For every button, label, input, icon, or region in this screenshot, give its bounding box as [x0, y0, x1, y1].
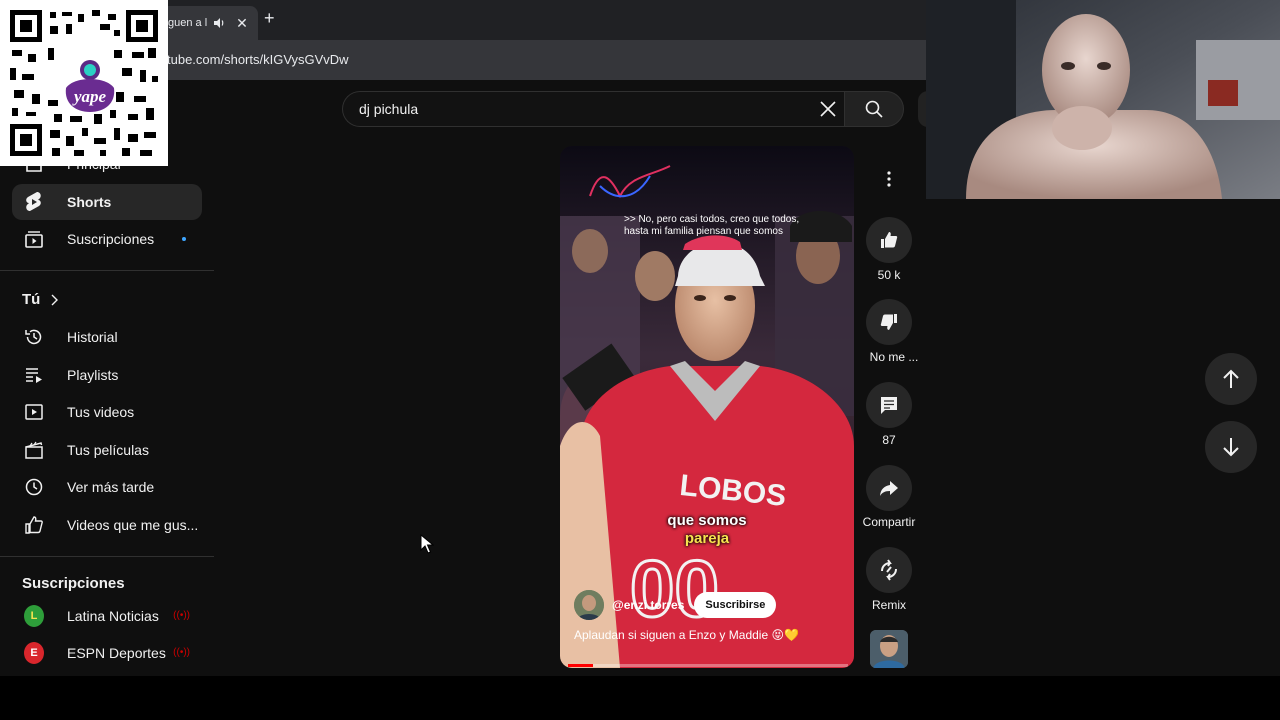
- webcam-image: [926, 0, 1280, 199]
- sidebar-item-tus-peliculas[interactable]: Tus películas: [12, 432, 202, 468]
- caption-line: que somos: [667, 512, 747, 529]
- sidebar-item-shorts[interactable]: Shorts: [12, 184, 202, 220]
- playlist-icon: [24, 365, 44, 385]
- address-url[interactable]: tube.com/shorts/kIGVysGVvDw: [167, 52, 349, 67]
- arrow-down-icon: [1223, 438, 1239, 457]
- more-vert-icon: [887, 171, 891, 187]
- shorts-icon: [24, 192, 44, 212]
- sidebar-item-tus-videos[interactable]: Tus videos: [12, 394, 202, 430]
- history-icon: [24, 327, 44, 347]
- channel-avatar-latina: L: [24, 605, 44, 627]
- search-input[interactable]: [359, 101, 799, 117]
- comment-icon: [881, 397, 897, 414]
- sidebar-item-label: Historial: [67, 329, 118, 345]
- channel-initial: L: [24, 605, 44, 627]
- video-caption: que somos pareja: [656, 512, 758, 548]
- sidebar-channel-latina-noticias[interactable]: L Latina Noticias ((•)): [12, 598, 202, 634]
- sidebar-item-label: Playlists: [67, 367, 119, 383]
- arrow-up-icon: [1223, 369, 1239, 388]
- remix-button[interactable]: [866, 547, 912, 593]
- share-icon: [880, 481, 898, 496]
- bottom-letterbox: [0, 676, 1280, 720]
- video-overlay-line: >> No, pero casi todos, creo que todos,: [624, 214, 800, 225]
- video-progress-bar[interactable]: [568, 664, 848, 667]
- sidebar-item-historial[interactable]: Historial: [12, 319, 202, 355]
- sound-avatar[interactable]: [870, 630, 908, 668]
- sidebar-item-label: Suscripciones: [67, 231, 155, 247]
- thumbs-up-icon: [881, 232, 898, 248]
- like-button[interactable]: [866, 217, 912, 263]
- dislike-button[interactable]: [866, 299, 912, 345]
- remix-label: Remix: [871, 598, 906, 612]
- close-icon: [820, 101, 836, 117]
- sidebar-item-liked-videos[interactable]: Videos que me gus...: [12, 507, 202, 543]
- mouse-cursor-icon: [420, 533, 435, 559]
- you-title: Tú: [22, 291, 41, 308]
- webcam-overlay: [926, 0, 1280, 199]
- sidebar-item-ver-mas-tarde[interactable]: Ver más tarde: [12, 469, 202, 505]
- search-button[interactable]: [844, 91, 904, 127]
- sidebar-item-label: Videos que me gus...: [67, 517, 199, 533]
- qr-code-icon: yape: [4, 4, 164, 162]
- sidebar-item-label: ESPN Deportes: [67, 645, 166, 661]
- qr-code: yape: [0, 0, 168, 166]
- subscribe-button[interactable]: Suscribirse: [694, 592, 777, 618]
- movie-icon: [24, 440, 44, 460]
- qr-logo-text: yape: [72, 87, 107, 106]
- channel-avatar-espn: E: [24, 642, 44, 664]
- video-progress-fill: [568, 664, 594, 667]
- next-short-button[interactable]: [1205, 421, 1257, 473]
- sidebar-item-playlists[interactable]: Playlists: [12, 357, 202, 393]
- speaker-icon[interactable]: [212, 16, 226, 30]
- subscriptions-section-title: Suscripciones: [22, 575, 125, 592]
- live-indicator-icon: ((•)): [173, 647, 190, 658]
- more-options-button[interactable]: [866, 156, 912, 202]
- channel-name[interactable]: @enzi.torres: [612, 598, 684, 612]
- clear-search-button[interactable]: [812, 95, 844, 123]
- previous-short-button[interactable]: [1205, 353, 1257, 405]
- comments-button[interactable]: [866, 382, 912, 428]
- sidebar-channel-espn-deportes[interactable]: E ESPN Deportes ((•)): [12, 635, 202, 671]
- unread-dot: [182, 237, 186, 241]
- video-icon: [24, 402, 44, 422]
- tab-close-icon[interactable]: ✕: [234, 15, 250, 32]
- thumbs-up-icon: [24, 515, 44, 535]
- caption-line-highlight: pareja: [684, 530, 730, 547]
- sidebar-divider: [0, 270, 214, 271]
- thumbs-down-icon: [880, 314, 897, 330]
- sidebar-item-label: Latina Noticias: [67, 608, 159, 624]
- sidebar-item-label: Tus videos: [67, 404, 135, 420]
- video-description[interactable]: Aplaudan si siguen a Enzo y Maddie 😝💛: [574, 628, 799, 642]
- sidebar-item-label: Ver más tarde: [67, 479, 155, 495]
- search-icon: [865, 100, 883, 118]
- sidebar-you-header[interactable]: Tú: [22, 291, 59, 308]
- share-button[interactable]: [866, 465, 912, 511]
- video-overlay-line: hasta mi familia piensan que somos: [624, 226, 783, 237]
- sidebar-item-label: Shorts: [67, 194, 112, 210]
- sidebar-item-suscripciones[interactable]: Suscripciones: [12, 221, 202, 257]
- like-count: 50 k: [877, 268, 901, 282]
- channel-initial: E: [24, 642, 44, 664]
- channel-avatar[interactable]: [574, 590, 604, 620]
- channel-row: @enzi.torres Suscribirse: [574, 590, 777, 620]
- share-label: Compartir: [862, 515, 916, 529]
- shorts-video-player[interactable]: LOBOS 00 >> No, pero casi todos, creo qu…: [560, 146, 854, 668]
- live-indicator-icon: ((•)): [173, 610, 190, 621]
- sidebar-item-label: Tus películas: [67, 442, 149, 458]
- dislike-label: No me ...: [869, 350, 919, 364]
- browser-tab-title: guen a l: [168, 17, 208, 29]
- comment-count: 87: [882, 433, 896, 447]
- search-box[interactable]: [342, 91, 844, 127]
- new-tab-button[interactable]: +: [264, 8, 275, 29]
- chevron-right-icon: [51, 294, 59, 305]
- sidebar-divider: [0, 556, 214, 557]
- subscriptions-icon: [24, 229, 44, 249]
- remix-icon: [881, 559, 897, 581]
- clock-icon: [24, 477, 44, 497]
